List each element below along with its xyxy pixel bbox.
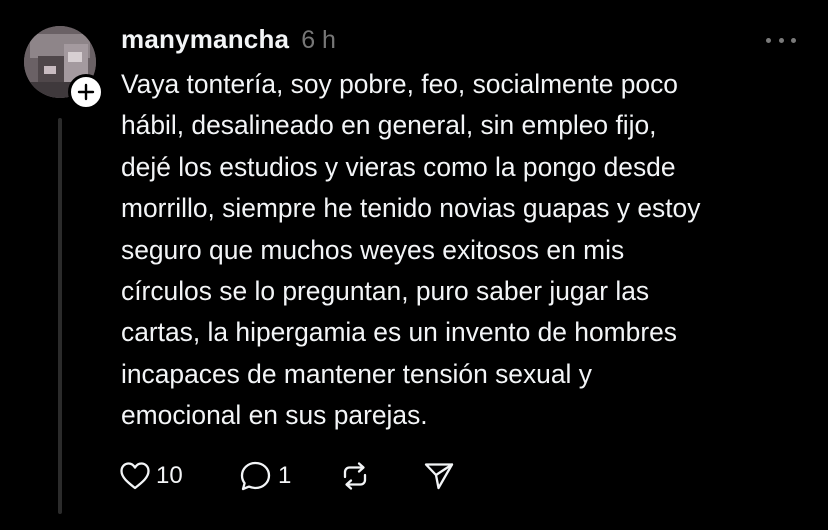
post-text-line: emocional en sus parejas.	[121, 400, 428, 431]
repost-icon	[343, 462, 367, 490]
like-count: 10	[156, 462, 183, 489]
post-text-line: dejé los estudios y vieras como la pongo…	[121, 151, 676, 182]
heart-icon	[120, 462, 150, 490]
post-text-line: círculos se lo preguntan, puro saber jug…	[121, 276, 650, 307]
reply-count: 1	[278, 462, 292, 489]
more-icon	[766, 37, 771, 43]
comment-icon	[240, 461, 271, 491]
username[interactable]: manymancha	[121, 24, 289, 55]
post-text-line: incapaces de mantener tensión sexual y	[121, 358, 592, 389]
post-text-line: hábil, desalineado en general, sin emple…	[121, 110, 657, 141]
more-icon-dot	[778, 37, 784, 43]
post-text: Vaya tontería, soy pobre, feo, socialmen…	[121, 64, 811, 437]
more-button[interactable]	[766, 32, 796, 48]
post-text-line: Vaya tontería, soy pobre, feo, socialmen…	[121, 69, 678, 99]
post-text-line: seguro que muchos weyes exitosos en mis	[121, 234, 625, 265]
post-text-line: morrillo, siempre he tenido novias guapa…	[121, 193, 701, 224]
plus-icon	[77, 83, 95, 101]
timestamp: 6 h	[301, 26, 336, 54]
more-icon-dot	[791, 37, 796, 43]
reply-button[interactable]: 1	[239, 460, 339, 492]
avatar-container[interactable]	[24, 26, 104, 110]
post: manymancha 6 h Vaya tontería, soy pobre,…	[0, 0, 828, 530]
post-header: manymancha 6 h	[121, 24, 336, 60]
like-button[interactable]: 10	[119, 460, 239, 492]
action-bar: 10 1	[119, 460, 455, 492]
post-text-line: cartas, la hipergamia es un invento de h…	[121, 317, 677, 348]
send-icon	[424, 463, 454, 490]
repost-button[interactable]	[339, 460, 423, 492]
thread-line	[58, 118, 62, 514]
follow-button[interactable]	[68, 74, 104, 110]
share-button[interactable]	[423, 460, 455, 492]
